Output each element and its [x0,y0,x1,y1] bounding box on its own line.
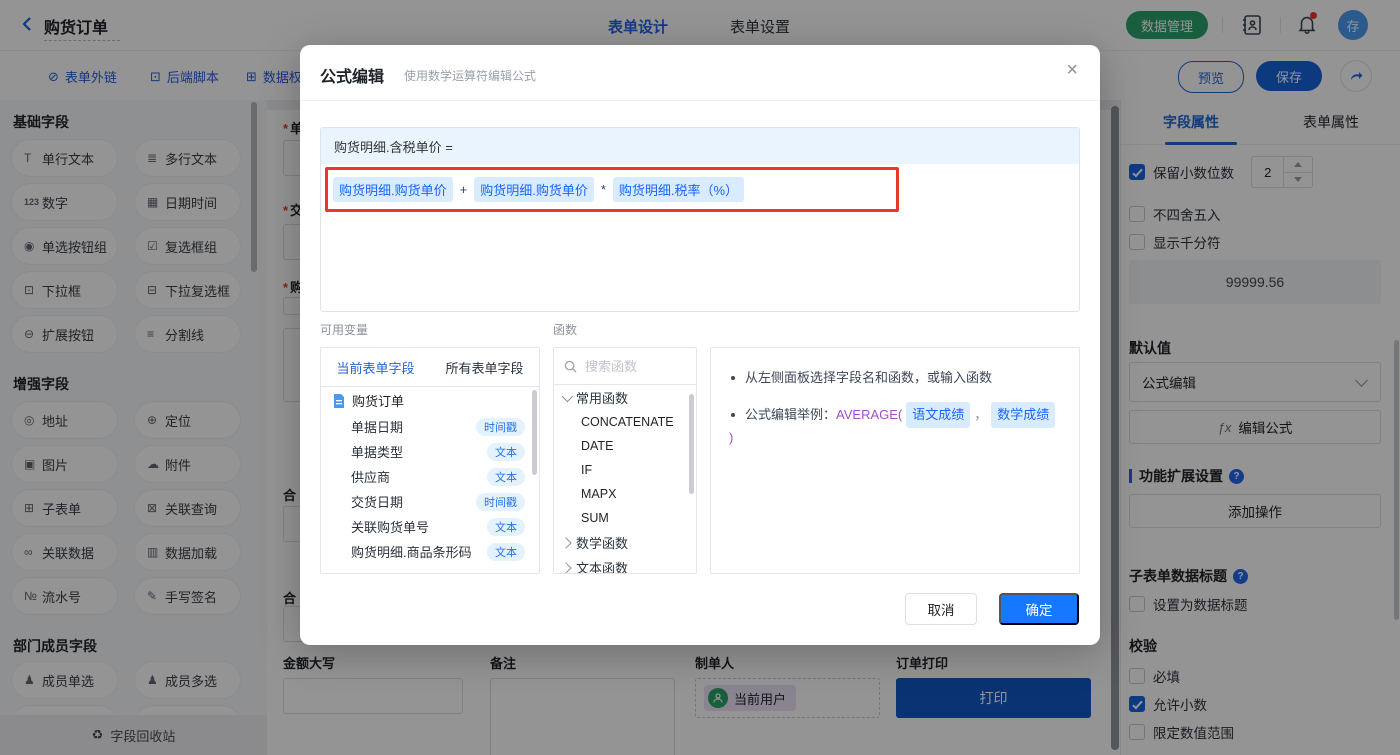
annotation-red-box [325,167,899,212]
variable-type-badge: 文本 [487,442,525,461]
variable-name: 交货日期 [351,495,404,510]
variable-name: 单据日期 [351,420,404,435]
app-root: 购货订单 表单设计 表单设置 数据管理 存 ⊘ 表单外链 ⊡ 后端脚本 ⊞ 数据… [0,0,1400,755]
variable-item[interactable]: 供应商 文本 [321,464,539,489]
variables-root-node[interactable]: 购货订单 [321,387,539,414]
bullet-dot [731,376,735,380]
function-item[interactable]: IF [554,458,696,482]
variable-name: 供应商 [351,470,391,485]
modal-header-divider [300,100,1100,101]
function-group-common[interactable]: 常用函数 [554,385,696,410]
variable-type-badge: 文本 [487,542,525,561]
variable-type-badge: 时间戳 [476,492,525,511]
confirm-button[interactable]: 确定 [999,593,1079,625]
function-item[interactable]: CONCATENATE [554,410,696,434]
variables-tabs: 当前表单字段 所有表单字段 [321,348,539,387]
variable-item[interactable]: 购货明细.商品条形码 文本 [321,539,539,564]
functions-panel: 常用函数 CONCATENATE DATE IF MAPX SUM 数学函数 文… [553,347,697,574]
chevron-down-icon [561,390,574,402]
variables-label: 可用变量 [320,323,369,337]
variable-name: 购货明细.商品条形码 [351,545,472,560]
variables-root-label: 购货订单 [352,394,405,409]
function-group-label: 数学函数 [576,536,629,551]
example-function-close: ) [729,430,734,445]
function-item[interactable]: DATE [554,434,696,458]
variables-scrollbar[interactable] [532,390,537,475]
chevron-right-icon [560,561,572,573]
tips-panel: 从左侧面板选择字段名和函数，或输入函数 公式编辑举例： AVERAGE( 语文成… [710,347,1080,574]
example-function-open: AVERAGE( [836,407,903,422]
function-search-row [554,348,696,385]
tip-text: 从左侧面板选择字段名和函数，或输入函数 [745,370,993,385]
cancel-button[interactable]: 取消 [905,593,977,625]
tip-line-2: 公式编辑举例： AVERAGE( 语文成绩 ， 数学成绩 ) [729,402,1061,448]
close-icon[interactable]: × [1066,59,1078,82]
variable-item[interactable]: 单据类型 文本 [321,439,539,464]
tip-example-label: 公式编辑举例： [745,407,837,422]
tip-line-1: 从左侧面板选择字段名和函数，或输入函数 [729,368,1061,388]
variable-type-badge: 文本 [487,517,525,536]
modal-subtitle: 使用数学运算符编辑公式 [404,69,537,83]
formula-editor[interactable]: 购货明细.含税单价 = 购货明细.购货单价 + 购货明细.购货单价 * 购货明细… [320,127,1080,312]
variable-item[interactable]: 交货日期 时间戳 [321,489,539,514]
functions-scrollbar[interactable] [689,394,694,494]
bullet-dot [731,413,735,417]
functions-label: 函数 [553,323,578,337]
function-group-label: 文本函数 [576,561,629,574]
tab-current-form-fields[interactable]: 当前表单字段 [321,358,430,377]
variable-type-badge: 时间戳 [476,417,525,436]
variable-type-badge: 文本 [487,467,525,486]
formula-edit-modal: 公式编辑 使用数学运算符编辑公式 × 购货明细.含税单价 = 购货明细.购货单价… [300,45,1100,645]
function-group-math[interactable]: 数学函数 [554,530,696,555]
function-item[interactable]: MAPX [554,482,696,506]
example-field-chip: 语文成绩 [906,402,971,428]
formula-target: 购货明细.含税单价 = [321,128,1079,164]
tab-all-form-fields[interactable]: 所有表单字段 [430,358,539,377]
function-item[interactable]: SUM [554,506,696,530]
variables-panel: 当前表单字段 所有表单字段 购货订单 单据日期 时间戳 单据类型 文本 供应商 … [320,347,540,574]
variable-item[interactable]: 关联购货单号 文本 [321,514,539,539]
function-group-text[interactable]: 文本函数 [554,555,696,574]
chevron-right-icon [560,536,572,549]
variable-item[interactable]: 单据日期 时间戳 [321,414,539,439]
variable-name: 关联购货单号 [351,520,430,535]
example-comma: ， [974,407,988,422]
document-icon [334,393,344,408]
modal-title: 公式编辑 [320,69,385,86]
function-group-label: 常用函数 [576,391,629,406]
variable-name: 单据类型 [351,445,404,460]
function-search-input[interactable] [583,357,677,375]
search-icon [564,360,577,373]
example-field-chip: 数学成绩 [991,402,1056,428]
